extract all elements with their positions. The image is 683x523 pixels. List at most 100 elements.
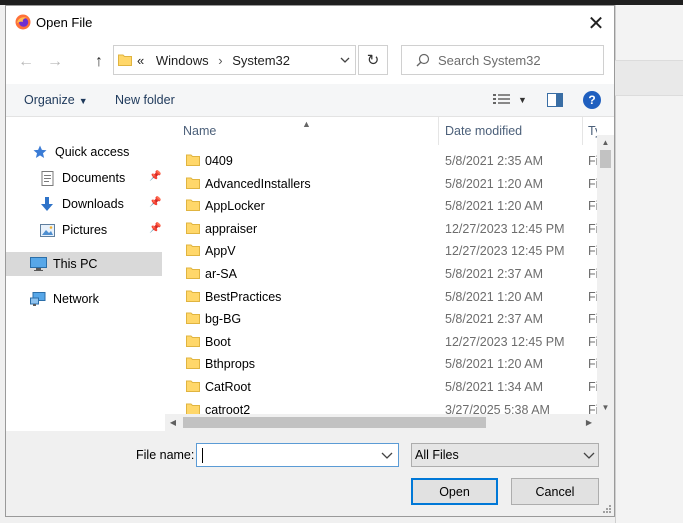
sidebar-item-pictures[interactable]: Pictures 📌: [6, 218, 162, 242]
up-button[interactable]: ↑: [88, 51, 110, 73]
table-row[interactable]: AdvancedInstallers 5/8/2021 1:20 AM Fi: [165, 172, 597, 195]
sidebar-item-network[interactable]: Network: [6, 287, 162, 311]
horizontal-scroll-thumb[interactable]: [183, 417, 486, 428]
text-cursor: [202, 448, 203, 463]
back-button[interactable]: ←: [15, 51, 37, 73]
view-caret-icon[interactable]: ▼: [518, 95, 527, 105]
date-modified-cell: 5/8/2021 2:37 AM: [445, 267, 543, 281]
type-cell: Fi: [588, 154, 597, 168]
forward-arrow-icon: →: [47, 53, 63, 70]
file-name-cell: AppLocker: [205, 199, 265, 214]
table-row[interactable]: AppV 12/27/2023 12:45 PM Fi: [165, 239, 597, 262]
folder-icon: [186, 403, 200, 415]
type-cell: Fi: [588, 199, 597, 214]
sidebar-item-downloads[interactable]: Downloads 📌: [6, 192, 162, 216]
sidebar-item-label: Downloads: [62, 197, 124, 211]
vertical-scrollbar[interactable]: ▲ ▼: [597, 135, 614, 414]
column-header-date-modified[interactable]: Date modified: [445, 117, 580, 145]
scroll-left-icon[interactable]: ◀: [165, 414, 181, 431]
cancel-button[interactable]: Cancel: [511, 478, 599, 505]
pin-icon: 📌: [149, 171, 162, 182]
navigation-bar: ← → ↑ « Windows › System32 ↻: [6, 39, 614, 84]
scroll-up-icon[interactable]: ▲: [597, 135, 614, 149]
column-header-type[interactable]: Ty: [588, 117, 597, 145]
sidebar-item-documents[interactable]: Documents 📌: [6, 166, 162, 190]
file-name-cell: AdvancedInstallers: [205, 176, 311, 191]
table-row[interactable]: appraiser 12/27/2023 12:45 PM Fi: [165, 217, 597, 240]
table-row[interactable]: CatRoot 5/8/2021 1:34 AM Fi: [165, 375, 597, 398]
network-icon: [29, 291, 47, 307]
folder-icon: [186, 290, 200, 302]
refresh-button[interactable]: ↻: [358, 45, 388, 75]
horizontal-scrollbar[interactable]: ◀ ▶: [165, 414, 597, 431]
table-row[interactable]: bg-BG 5/8/2021 2:37 AM Fi: [165, 307, 597, 330]
refresh-icon: ↻: [366, 52, 380, 69]
back-arrow-icon: ←: [18, 53, 34, 70]
scroll-right-icon[interactable]: ▶: [581, 414, 597, 431]
cancel-button-label: Cancel: [535, 484, 575, 499]
breadcrumb-overflow[interactable]: «: [137, 53, 144, 68]
file-name-field[interactable]: [196, 443, 399, 467]
date-modified-cell: 12/27/2023 12:45 PM: [445, 334, 565, 349]
address-dropdown-button[interactable]: [335, 46, 355, 74]
type-cell: Fi: [588, 176, 597, 191]
column-divider[interactable]: [582, 117, 583, 145]
help-button[interactable]: ?: [583, 91, 601, 109]
up-arrow-icon: ↑: [95, 53, 103, 70]
sidebar-item-quick-access[interactable]: Quick access: [6, 140, 162, 164]
breadcrumb-windows[interactable]: Windows: [156, 53, 209, 68]
folder-icon: [186, 357, 200, 370]
resize-grip-icon[interactable]: [602, 504, 612, 514]
table-row[interactable]: catroot23/27/2025 5:38 AMFi: [165, 398, 597, 415]
breadcrumb-separator: ›: [218, 53, 223, 68]
file-list: Name ▲ Date modified Ty 0409 5/8/2021 2:3…: [165, 117, 614, 431]
folder-icon: [118, 54, 132, 66]
table-row[interactable]: 0409 5/8/2021 2:35 AM Fi: [165, 149, 597, 172]
scroll-down-icon[interactable]: ▼: [597, 400, 614, 414]
table-row[interactable]: ar-SA 5/8/2021 2:37 AM Fi: [165, 262, 597, 285]
star-icon: [31, 144, 49, 160]
view-options-button[interactable]: [493, 93, 511, 108]
file-name-cell: appraiser: [205, 221, 258, 236]
folder-icon: [186, 222, 200, 234]
folder-icon: [186, 199, 200, 212]
table-row[interactable]: Bthprops 5/8/2021 1:20 AM Fi: [165, 352, 597, 375]
folder-icon: [186, 244, 200, 257]
date-modified-cell: 12/27/2023 12:45 PM: [445, 244, 565, 259]
table-row[interactable]: BestPractices 5/8/2021 1:20 AM Fi: [165, 285, 597, 308]
type-cell: Fi: [588, 244, 597, 259]
file-type-select[interactable]: All Files: [411, 443, 599, 467]
table-row[interactable]: Boot 12/27/2023 12:45 PM Fi: [165, 330, 597, 353]
table-row[interactable]: AppLocker 5/8/2021 1:20 AM Fi: [165, 194, 597, 217]
sidebar-item-this-pc[interactable]: This PC: [6, 252, 162, 276]
search-box[interactable]: [401, 45, 604, 75]
date-modified-cell: 5/8/2021 2:37 AM: [445, 312, 543, 327]
open-button[interactable]: Open: [411, 478, 498, 505]
organize-button[interactable]: Organize ▼: [24, 93, 88, 107]
chevron-down-icon[interactable]: [380, 447, 394, 463]
date-modified-cell: 5/8/2021 1:34 AM: [445, 380, 543, 394]
type-cell: Fi: [588, 334, 597, 349]
column-header-label: Ty: [588, 124, 597, 138]
caret-down-icon: ▼: [78, 96, 88, 106]
close-button[interactable]: ✕: [580, 9, 612, 37]
type-cell: Fi: [588, 380, 597, 394]
address-bar[interactable]: « Windows › System32: [113, 45, 356, 75]
breadcrumb: « Windows › System32: [137, 53, 290, 68]
new-folder-button[interactable]: New folder: [115, 93, 175, 107]
vertical-scroll-thumb[interactable]: [600, 150, 611, 168]
type-cell: Fi: [588, 221, 597, 236]
column-divider[interactable]: [438, 117, 439, 145]
pin-icon: 📌: [149, 197, 162, 208]
search-input[interactable]: [438, 51, 598, 69]
forward-button[interactable]: →: [44, 51, 66, 73]
preview-pane-button[interactable]: [547, 93, 563, 110]
scrollbar-corner: [597, 414, 614, 431]
file-name-input[interactable]: [201, 446, 376, 464]
chevron-down-icon: [340, 57, 350, 63]
chevron-down-icon: [583, 452, 595, 459]
breadcrumb-system32[interactable]: System32: [232, 53, 290, 68]
type-cell: Fi: [588, 312, 597, 327]
navigation-pane: Quick access Documents 📌 Downloads 📌 Pic…: [6, 117, 164, 431]
dialog-footer: File name: All Files Open Cancel: [6, 431, 614, 516]
